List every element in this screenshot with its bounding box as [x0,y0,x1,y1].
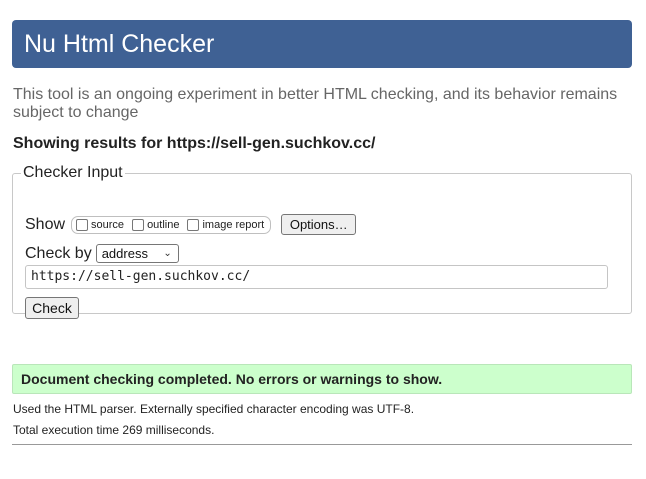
image-report-option[interactable]: image report [187,218,265,231]
show-row: Show source outline image report Options… [25,214,357,235]
options-button[interactable]: Options… [281,214,357,235]
outline-option-label: outline [147,218,180,231]
show-label: Show [25,215,66,233]
checker-input-legend: Checker Input [23,164,123,181]
check-by-select[interactable]: address ⌄ [95,244,179,263]
check-by-label: Check by [25,244,92,262]
image-report-option-label: image report [202,218,265,231]
checker-input-fieldset: Checker Input Show source outline image … [12,164,632,319]
source-checkbox[interactable] [76,218,89,231]
page-title-banner: Nu Html Checker [12,20,632,68]
source-option[interactable]: source [76,218,125,231]
chevron-down-icon: ⌄ [163,248,172,259]
check-by-value: address [101,246,148,261]
check-button[interactable]: Check [25,297,79,319]
url-input[interactable]: https://sell-gen.suchkov.cc/ [25,265,608,289]
outline-option[interactable]: outline [132,218,180,231]
divider [12,444,632,445]
outline-checkbox[interactable] [132,218,145,231]
parser-note: Used the HTML parser. Externally specifi… [13,402,415,416]
success-message: Document checking completed. No errors o… [12,364,632,394]
page-title: Nu Html Checker [24,30,215,58]
results-for-heading: Showing results for https://sell-gen.suc… [13,135,376,152]
source-option-label: source [91,218,125,231]
show-options-group: source outline image report [71,215,272,234]
intro-text: This tool is an ongoing experiment in be… [13,86,618,121]
execution-time: Total execution time 269 milliseconds. [13,423,215,437]
check-by-row: Check by address ⌄ [25,244,179,263]
image-report-checkbox[interactable] [187,218,200,231]
